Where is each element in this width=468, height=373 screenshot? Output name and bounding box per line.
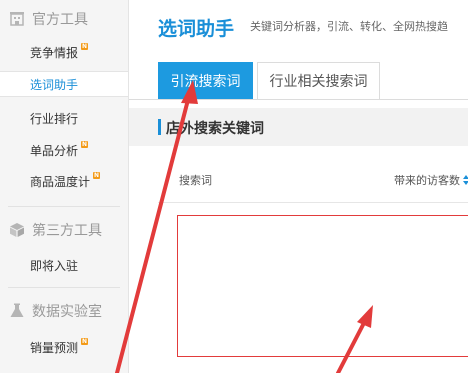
new-badge: N <box>81 337 89 345</box>
sidebar-item-sales-forecast[interactable]: 销量预测 N <box>0 334 128 360</box>
sidebar-item-label: 选词助手 <box>30 77 79 92</box>
sidebar-group-data-lab: 数据实验室 <box>0 298 128 324</box>
sidebar-item-coming-soon[interactable]: 即将入驻 <box>0 252 128 278</box>
column-header-keyword: 搜索词 <box>179 174 212 187</box>
section-accent-bar <box>158 119 161 135</box>
new-badge: N <box>81 140 89 148</box>
sidebar-group-third-party-tools: 第三方工具 <box>0 217 128 243</box>
page-title: 选词助手 <box>158 18 235 40</box>
tab-traffic-keywords[interactable]: 引流搜索词 <box>158 62 253 99</box>
tab-industry-keywords[interactable]: 行业相关搜索词 <box>257 62 380 99</box>
annotation-highlight-box <box>177 215 468 357</box>
sidebar-item-label: 单品分析 <box>30 143 79 158</box>
building-icon <box>8 10 26 28</box>
sidebar-item-label: 销量预测 <box>30 340 79 355</box>
column-header-label: 带来的访客数 <box>394 174 460 187</box>
section-header: 店外搜索关键词 <box>129 108 468 146</box>
sidebar-item-product-thermometer[interactable]: 商品温度计 N <box>0 168 128 194</box>
main-content: 选词助手 关键词分析器，引流、转化、全网热搜趋 引流搜索词 行业相关搜索词 店外… <box>129 0 468 373</box>
sidebar-group-label: 第三方工具 <box>32 223 102 239</box>
cube-icon <box>8 221 26 239</box>
sidebar: 官方工具 竞争情报 N 选词助手 行业排行 单品分析 N 商品温度计 N 第三方… <box>0 0 129 373</box>
new-badge: N <box>93 171 101 179</box>
tabs-divider <box>129 99 468 100</box>
sidebar-group-label: 官方工具 <box>32 12 88 28</box>
sidebar-group-official-tools: 官方工具 <box>0 6 128 32</box>
sidebar-item-label: 竞争情报 <box>30 45 79 60</box>
sidebar-group-label: 数据实验室 <box>32 304 102 320</box>
sidebar-item-item-analysis[interactable]: 单品分析 N <box>0 137 128 163</box>
sidebar-item-label: 商品温度计 <box>30 174 91 189</box>
flask-icon <box>8 302 26 320</box>
sidebar-divider <box>8 206 120 207</box>
section-title: 店外搜索关键词 <box>166 121 264 137</box>
sidebar-item-competitive-intel[interactable]: 竞争情报 N <box>0 39 128 65</box>
new-badge: N <box>81 42 89 50</box>
sidebar-divider <box>8 287 120 288</box>
sidebar-item-label: 行业排行 <box>30 111 79 126</box>
sort-icon[interactable] <box>463 175 468 185</box>
sidebar-item-industry-ranking[interactable]: 行业排行 <box>0 105 128 131</box>
page-subtitle: 关键词分析器，引流、转化、全网热搜趋 <box>250 20 448 33</box>
column-header-visitors[interactable]: 带来的访客数 <box>394 172 468 188</box>
table-header-divider <box>158 202 468 203</box>
sidebar-item-label: 即将入驻 <box>30 258 79 273</box>
sidebar-item-keyword-assistant[interactable]: 选词助手 <box>0 71 128 97</box>
